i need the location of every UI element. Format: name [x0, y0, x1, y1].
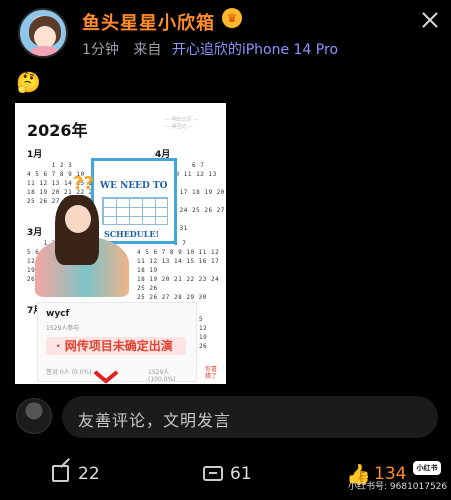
month-label-jan: 1月	[27, 150, 43, 160]
avatar-face	[34, 26, 56, 48]
post-time: 1分钟	[82, 42, 119, 58]
calendar-grid-may: 6 74 5 6 7 8 9 10 11 1211 12 13 14 15 16…	[137, 240, 220, 301]
comment-count: 61	[230, 464, 252, 484]
poll-option: · 网传项目未确定出演	[46, 337, 186, 355]
repost-icon	[52, 465, 69, 482]
poll-footer-left: 签对 0人 (0.0%)	[46, 369, 92, 376]
calendar-grid-aug: 5 12 19 26	[199, 316, 208, 350]
vip-badge-icon: ♛	[222, 8, 242, 28]
girl-illustration	[27, 193, 137, 298]
avatar-body	[28, 46, 62, 56]
post-text-emoji: 🤔	[16, 70, 41, 94]
poll-author: wycf	[46, 309, 70, 319]
repost-count: 22	[78, 464, 100, 484]
commenter-avatar	[16, 398, 52, 434]
poll-option-label: 网传项目未确定出演	[64, 339, 173, 353]
poll-pick-label: 你喜 猜了	[205, 366, 218, 380]
girl-face	[65, 205, 91, 233]
xiaohongshu-badge: 小红书	[413, 461, 441, 475]
image-watermark: — 明年日历 — — 美回记 —	[165, 117, 199, 130]
post-meta: 1分钟 来自 开心追欣的iPhone 14 Pro	[82, 39, 338, 59]
comment-button[interactable]: 61	[203, 463, 263, 487]
user-avatar[interactable]	[18, 8, 68, 58]
comment-input[interactable]: 友善评论，文明发言	[62, 396, 438, 438]
sticker-text-top: WE NEED TO	[100, 181, 168, 191]
post-image[interactable]: 2026年 — 明年日历 — — 美回记 — 1月 4月 3月 7月 1 2 3…	[15, 103, 226, 384]
question-marks-icon: ??	[73, 173, 94, 194]
poll-count: 1529人参与	[46, 325, 80, 332]
close-icon[interactable]	[420, 10, 440, 30]
chevron-down-icon	[93, 371, 119, 384]
comment-icon	[203, 466, 223, 481]
source-label: 来自	[133, 42, 162, 58]
poll-footer-right: 1529人 (100.0%)	[148, 369, 176, 383]
calendar-year: 2026年	[27, 121, 88, 140]
repost-button[interactable]: 22	[52, 463, 112, 487]
comment-placeholder: 友善评论，文明发言	[78, 411, 232, 430]
poll-card: wycf 1529人参与 · 网传项目未确定出演 签对 0人 (0.0%) 15…	[37, 302, 197, 383]
device-link[interactable]: 开心追欣的iPhone 14 Pro	[172, 42, 338, 58]
xiaohongshu-id: 小红书号: 9681017526	[348, 482, 448, 492]
username[interactable]: 鱼头星星小欣箱	[82, 9, 215, 35]
